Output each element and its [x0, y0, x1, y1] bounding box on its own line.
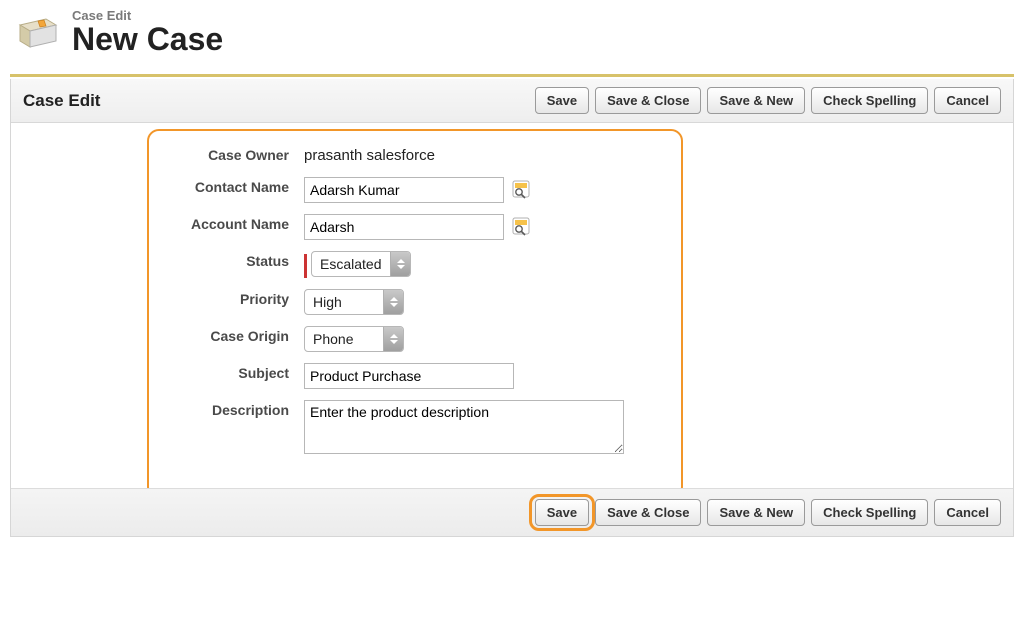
required-indicator	[304, 254, 307, 278]
priority-value: High	[305, 291, 383, 313]
row-description: Description	[21, 398, 625, 458]
case-origin-value: Phone	[305, 328, 383, 350]
cancel-button-bottom[interactable]: Cancel	[934, 499, 1001, 526]
page-title: New Case	[72, 21, 223, 58]
row-status: Status Escalated	[21, 249, 625, 279]
status-select[interactable]: Escalated	[311, 251, 411, 277]
save-close-button-bottom[interactable]: Save & Close	[595, 499, 701, 526]
lookup-icon[interactable]	[510, 178, 532, 203]
top-button-bar: Save Save & Close Save & New Check Spell…	[535, 87, 1001, 114]
label-priority: Priority	[21, 287, 303, 316]
check-spelling-button-bottom[interactable]: Check Spelling	[811, 499, 928, 526]
save-close-button[interactable]: Save & Close	[595, 87, 701, 114]
panel-title: Case Edit	[23, 91, 100, 111]
form-area: Case Owner prasanth salesforce Contact N…	[11, 123, 1013, 488]
label-case-owner: Case Owner	[21, 143, 303, 167]
description-textarea[interactable]	[304, 400, 624, 454]
save-button-bottom[interactable]: Save	[535, 499, 589, 526]
contact-name-input[interactable]	[304, 177, 504, 203]
chevron-updown-icon	[383, 290, 403, 314]
chevron-updown-icon	[390, 252, 410, 276]
check-spelling-button[interactable]: Check Spelling	[811, 87, 928, 114]
label-description: Description	[21, 398, 303, 458]
row-priority: Priority High	[21, 287, 625, 316]
label-contact-name: Contact Name	[21, 175, 303, 204]
account-name-input[interactable]	[304, 214, 504, 240]
label-account-name: Account Name	[21, 212, 303, 241]
save-button[interactable]: Save	[535, 87, 589, 114]
accent-rule	[10, 74, 1014, 77]
case-icon	[16, 15, 60, 51]
label-status: Status	[21, 249, 303, 279]
bottom-button-bar: Save Save & Close Save & New Check Spell…	[23, 499, 1001, 526]
row-subject: Subject	[21, 361, 625, 390]
save-new-button[interactable]: Save & New	[707, 87, 805, 114]
case-edit-panel: Case Edit Save Save & Close Save & New C…	[10, 79, 1014, 537]
footer-bar: Save Save & Close Save & New Check Spell…	[11, 488, 1013, 536]
row-contact-name: Contact Name	[21, 175, 625, 204]
row-case-owner: Case Owner prasanth salesforce	[21, 143, 625, 167]
case-origin-select[interactable]: Phone	[304, 326, 404, 352]
priority-select[interactable]: High	[304, 289, 404, 315]
save-new-button-bottom[interactable]: Save & New	[707, 499, 805, 526]
case-owner-value: prasanth salesforce	[304, 145, 435, 164]
status-value: Escalated	[312, 253, 390, 275]
label-subject: Subject	[21, 361, 303, 390]
panel-header: Case Edit Save Save & Close Save & New C…	[11, 79, 1013, 123]
chevron-updown-icon	[383, 327, 403, 351]
subject-input[interactable]	[304, 363, 514, 389]
label-case-origin: Case Origin	[21, 324, 303, 353]
cancel-button[interactable]: Cancel	[934, 87, 1001, 114]
page-header: Case Edit New Case	[16, 8, 1014, 58]
row-case-origin: Case Origin Phone	[21, 324, 625, 353]
row-account-name: Account Name	[21, 212, 625, 241]
lookup-icon[interactable]	[510, 215, 532, 240]
form-table: Case Owner prasanth salesforce Contact N…	[21, 135, 625, 466]
